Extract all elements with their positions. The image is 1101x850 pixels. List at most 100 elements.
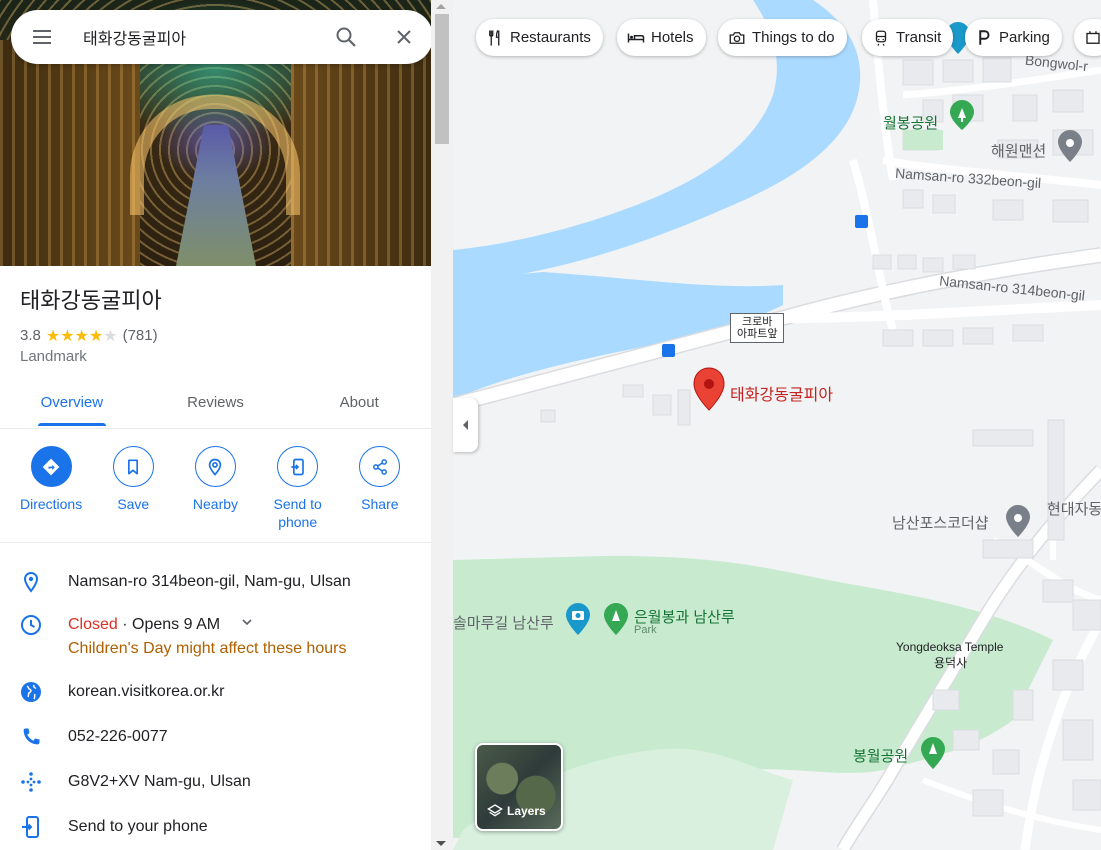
share-label: Share <box>361 496 399 512</box>
globe-icon <box>0 680 68 704</box>
chip-restaurants-label: Restaurants <box>510 29 591 46</box>
plus-code-icon <box>0 770 68 794</box>
place-category[interactable]: Landmark <box>20 348 87 365</box>
save-button[interactable]: Save <box>97 446 169 531</box>
directions-label: Directions <box>19 496 83 512</box>
poi-label-hyundai[interactable]: 현대자동 <box>1047 498 1101 519</box>
scroll-down-arrow-icon[interactable] <box>436 841 446 846</box>
poi-label-haewon[interactable]: 해원맨션 <box>991 140 1046 161</box>
hours-status: Closed <box>68 616 118 634</box>
directions-button[interactable]: Directions <box>15 446 87 531</box>
phone-send-icon <box>0 815 68 839</box>
share-icon <box>359 446 401 487</box>
rating-stars: ★★★★★ <box>46 326 118 345</box>
panel-scrollbar[interactable] <box>431 0 453 850</box>
nearby-button[interactable]: Nearby <box>179 446 251 531</box>
chip-transit-label: Transit <box>896 29 942 46</box>
chevron-down-icon[interactable] <box>240 613 254 637</box>
chip-hotels[interactable]: Hotels <box>617 19 706 56</box>
chip-things-to-do-label: Things to do <box>752 29 835 46</box>
nearby-icon <box>194 446 236 487</box>
directions-icon <box>30 446 72 487</box>
layers-button[interactable]: Layers <box>475 743 563 831</box>
poi-label-yongdeoksa-ko: 용덕사 <box>934 656 968 670</box>
chevron-left-icon <box>462 420 468 430</box>
bookmark-icon <box>112 446 154 487</box>
phone-icon <box>0 725 68 749</box>
poi-label-bongwol-park[interactable]: 봉월공원 <box>853 745 908 766</box>
search-box <box>11 10 431 64</box>
close-icon[interactable] <box>375 10 431 64</box>
clock-icon <box>0 613 68 637</box>
tab-reviews[interactable]: Reviews <box>144 380 288 428</box>
tab-about[interactable]: About <box>287 380 431 428</box>
collapse-panel-button[interactable] <box>453 398 478 452</box>
place-tabs: Overview Reviews About <box>0 380 431 429</box>
stars-empty: ★ <box>103 326 118 345</box>
share-button[interactable]: Share <box>344 446 416 531</box>
chip-restaurants[interactable]: Restaurants <box>476 19 603 56</box>
chip-hotels-label: Hotels <box>651 29 694 46</box>
website-text: korean.visitkorea.or.kr <box>68 683 225 700</box>
bus-stop-label[interactable]: 크로바 아파트앞 <box>730 313 785 343</box>
layers-icon <box>487 804 503 817</box>
photo-wall-right <box>291 40 431 266</box>
hours-row[interactable]: Closed · Opens 9 AM Children's Day might… <box>0 613 431 661</box>
poi-label-namsan-posco[interactable]: 남산포스코더샵 <box>892 512 989 533</box>
save-label: Save <box>117 496 150 512</box>
layers-label-group: Layers <box>487 803 546 819</box>
send-to-phone-icon <box>277 446 319 487</box>
section-divider <box>0 542 431 543</box>
plus-code-text: G8V2+XV Nam-gu, Ulsan <box>68 773 251 790</box>
tab-overview[interactable]: Overview <box>0 380 144 428</box>
nearby-label: Nearby <box>192 496 239 512</box>
hours-warning: Children's Day might affect these hours <box>68 640 347 658</box>
menu-icon[interactable] <box>11 10 73 64</box>
chip-more[interactable] <box>1074 19 1101 56</box>
send-phone-row[interactable]: Send to your phone <box>0 815 431 839</box>
photo-wall-left <box>0 40 140 266</box>
bed-icon <box>627 33 645 42</box>
phone-text: 052-226-0077 <box>68 728 168 745</box>
location-pin-icon <box>0 570 68 594</box>
place-panel: 태화강동굴피아 3.8 ★★★★★ (781) Landmark Overvie… <box>0 0 431 850</box>
search-input[interactable] <box>73 10 317 64</box>
chip-parking[interactable]: Parking <box>965 19 1062 56</box>
chip-parking-label: Parking <box>999 29 1050 46</box>
more-category-icon <box>1086 30 1100 44</box>
scrollbar-thumb[interactable] <box>435 14 449 144</box>
poi-label-wolbong-park[interactable]: 월봉공원 <box>883 112 938 133</box>
plus-code-row[interactable]: G8V2+XV Nam-gu, Ulsan <box>0 770 431 794</box>
stars-filled: ★★★★ <box>45 326 104 345</box>
poi-label-yongdeoksa-en[interactable]: Yongdeoksa Temple <box>896 640 1003 654</box>
camera-icon <box>729 31 745 44</box>
search-icon[interactable] <box>317 10 375 64</box>
website-row[interactable]: korean.visitkorea.or.kr <box>0 680 431 704</box>
bus-stop-label-line1: 크로바 <box>742 316 773 328</box>
review-count-link[interactable]: (781) <box>123 327 158 344</box>
hours-open: Opens 9 AM <box>132 616 221 634</box>
chip-things-to-do[interactable]: Things to do <box>718 19 847 56</box>
bus-stop-label-line2: 아파트앞 <box>737 328 778 340</box>
fork-knife-icon <box>489 29 500 45</box>
map-graphics <box>453 0 1101 850</box>
phone-row[interactable]: 052-226-0077 <box>0 725 431 749</box>
send-phone-text: Send to your phone <box>68 818 208 835</box>
place-pin-label[interactable]: 태화강동굴피아 <box>730 381 833 405</box>
layers-label: Layers <box>507 804 546 818</box>
send-to-phone-button[interactable]: Send to phone <box>262 446 334 531</box>
parking-icon <box>979 29 990 45</box>
address-row[interactable]: Namsan-ro 314beon-gil, Nam-gu, Ulsan <box>0 570 431 594</box>
poi-sublabel-park: Park <box>634 624 657 636</box>
hours-separator: · <box>117 616 133 634</box>
map-canvas[interactable]: Bongwol-r 월봉공원 해원맨션 Namsan-ro 332beon-gi… <box>453 0 1101 850</box>
send-to-phone-label: Send to phone <box>273 496 322 530</box>
address-text: Namsan-ro 314beon-gil, Nam-gu, Ulsan <box>68 573 351 590</box>
action-buttons: Directions Save Nearby Send to phone Sha… <box>0 446 431 531</box>
rating-row: 3.8 ★★★★★ (781) <box>20 326 158 345</box>
chip-transit[interactable]: Transit <box>862 19 954 56</box>
scroll-up-arrow-icon[interactable] <box>436 4 446 9</box>
poi-label-solmaru[interactable]: 솔마루길 남산루 <box>453 612 554 633</box>
train-icon <box>875 30 887 46</box>
place-title: 태화강동굴피아 <box>20 288 162 313</box>
